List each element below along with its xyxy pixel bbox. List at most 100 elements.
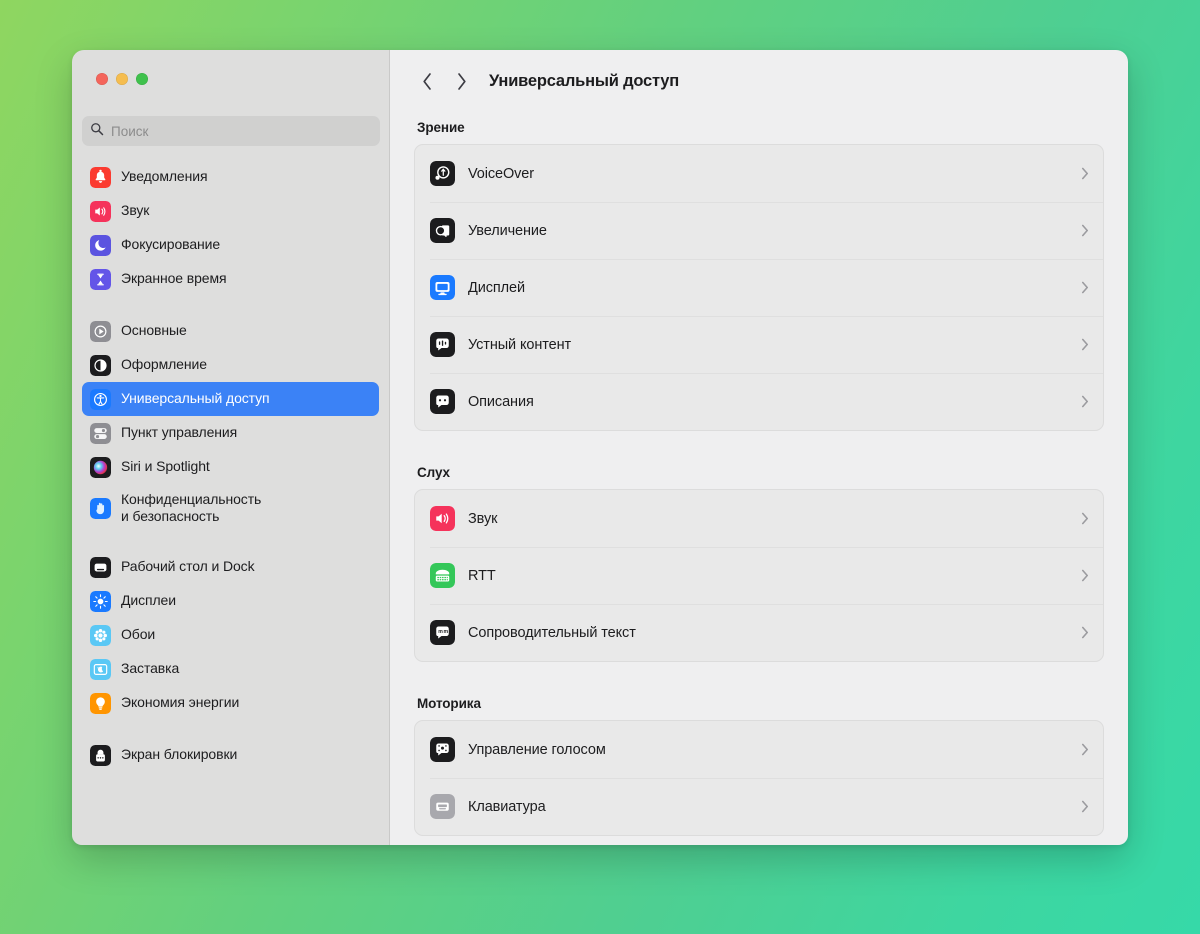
sidebar-item-экономия-энергии[interactable]: Экономия энергии [82,686,379,720]
settings-row-label: Увеличение [468,223,1081,239]
sidebar-item-пункт-управления[interactable]: Пункт управления [82,416,379,450]
voice-control-icon [430,737,455,762]
settings-card: Звук RTT mm Сопроводительный текст [414,489,1104,662]
moon-icon [90,235,111,256]
settings-row-rtt[interactable]: RTT [415,547,1103,604]
captions-icon: mm [430,620,455,645]
settings-row-описания[interactable]: Описания [415,373,1103,430]
close-button[interactable] [96,73,108,85]
rtt-phone-icon [430,563,455,588]
sidebar-item-label: Siri и Spotlight [121,458,210,475]
svg-text:m: m [438,629,443,635]
search-input[interactable] [111,124,372,139]
screensaver-icon [90,659,111,680]
settings-row-voiceover[interactable]: VoiceOver [415,145,1103,202]
forward-button[interactable] [446,66,476,96]
section-title: Моторика [417,696,1104,711]
sidebar-item-label: Экономия энергии [121,694,239,711]
control-center-icon [90,423,111,444]
sidebar-item-звук[interactable]: Звук [82,194,379,228]
sidebar-item-label: Экран блокировки [121,746,237,763]
descriptions-icon [430,389,455,414]
sidebar-item-siri-и-spotlight[interactable]: Siri и Spotlight [82,450,379,484]
settings-row-сопроводительный-текст[interactable]: mm Сопроводительный текст [415,604,1103,661]
settings-row-управление-голосом[interactable]: Управление голосом [415,721,1103,778]
settings-row-устный-контент[interactable]: Устный контент [415,316,1103,373]
spoken-content-icon [430,332,455,357]
sidebar-group-2: Рабочий стол и Dock Дисплеи ОбоиЗаставка Эк… [82,550,379,720]
sidebar-item-label: Конфиденциальность и безопасность [121,491,261,525]
minimize-button[interactable] [116,73,128,85]
speaker-icon [90,201,111,222]
settings-row-label: RTT [468,568,1081,584]
settings-row-label: Клавиатура [468,799,1081,815]
sidebar-item-label: Пункт управления [121,424,237,441]
sidebar-item-экранное-время[interactable]: Экранное время [82,262,379,296]
content-pane: Универсальный доступ Зрение VoiceOver Увел… [390,50,1128,845]
gear-icon [90,321,111,342]
sidebar-item-уведомления[interactable]: Уведомления [82,160,379,194]
back-button[interactable] [412,66,442,96]
settings-card: VoiceOver Увеличение Дисплей Устный контент… [414,144,1104,431]
lock-screen-icon [90,745,111,766]
voiceover-icon [430,161,455,186]
settings-row-дисплей[interactable]: Дисплей [415,259,1103,316]
sidebar: Уведомления Звук Фокусирование Экранное вре… [72,50,390,845]
settings-row-label: Звук [468,511,1081,527]
display-monitor-icon [430,275,455,300]
search-icon [90,122,111,141]
settings-row-звук[interactable]: Звук [415,490,1103,547]
lightbulb-icon [90,693,111,714]
chevron-right-icon [1081,167,1089,180]
chevron-right-icon [1081,338,1089,351]
sidebar-item-label: Оформление [121,356,207,373]
accessibility-icon [90,389,111,410]
desktop-dock-icon [90,557,111,578]
privacy-hand-icon [90,498,111,519]
sidebar-item-фокусирование[interactable]: Фокусирование [82,228,379,262]
settings-row-увеличение[interactable]: Увеличение [415,202,1103,259]
maximize-button[interactable] [136,73,148,85]
section-title: Зрение [417,120,1104,135]
sidebar-item-label: Рабочий стол и Dock [121,558,254,575]
page-title: Универсальный доступ [489,72,679,91]
appearance-icon [90,355,111,376]
section-title: Слух [417,465,1104,480]
sidebar-item-основные[interactable]: Основные [82,314,379,348]
sidebar-item-label: Звук [121,202,149,219]
sidebar-item-label: Фокусирование [121,236,220,253]
sidebar-item-обои[interactable]: Обои [82,618,379,652]
settings-row-label: Управление голосом [468,742,1081,758]
sidebar-item-label: Экранное время [121,270,227,287]
settings-row-label: Сопроводительный текст [468,625,1081,641]
sidebar-item-заставка[interactable]: Заставка [82,652,379,686]
settings-row-label: Дисплей [468,280,1081,296]
sidebar-item-конфиденциальность-и-безопасность[interactable]: Конфиденциальность и безопасность [82,484,379,532]
sidebar-item-дисплеи[interactable]: Дисплеи [82,584,379,618]
settings-row-label: VoiceOver [468,166,1081,182]
settings-window: Уведомления Звук Фокусирование Экранное вре… [72,50,1128,845]
sidebar-group-3: Экран блокировки [82,738,379,772]
audio-speaker-icon [430,506,455,531]
search-field[interactable] [82,116,380,146]
sidebar-group-1: Основные Оформление Универсальный доступ Пу… [82,314,379,532]
sidebar-item-экран-блокировки[interactable]: Экран блокировки [82,738,379,772]
settings-row-клавиатура[interactable]: Клавиатура [415,778,1103,835]
sidebar-item-label: Уведомления [121,168,207,185]
svg-text:m: m [443,629,448,635]
sidebar-item-label: Универсальный доступ [121,390,270,407]
window-controls [96,73,148,85]
sidebar-item-label: Дисплеи [121,592,176,609]
settings-scroll-area[interactable]: Зрение VoiceOver Увеличение Дисплей Устный к… [390,120,1128,836]
chevron-right-icon [1081,800,1089,813]
brightness-icon [90,591,111,612]
siri-icon [90,457,111,478]
sidebar-item-универсальный-доступ[interactable]: Универсальный доступ [82,382,379,416]
keyboard-icon [430,794,455,819]
sidebar-group-0: Уведомления Звук Фокусирование Экранное вре… [82,160,379,296]
bell-icon [90,167,111,188]
sidebar-item-оформление[interactable]: Оформление [82,348,379,382]
settings-row-label: Устный контент [468,337,1081,353]
chevron-right-icon [1081,395,1089,408]
sidebar-item-рабочий-стол-и-dock[interactable]: Рабочий стол и Dock [82,550,379,584]
